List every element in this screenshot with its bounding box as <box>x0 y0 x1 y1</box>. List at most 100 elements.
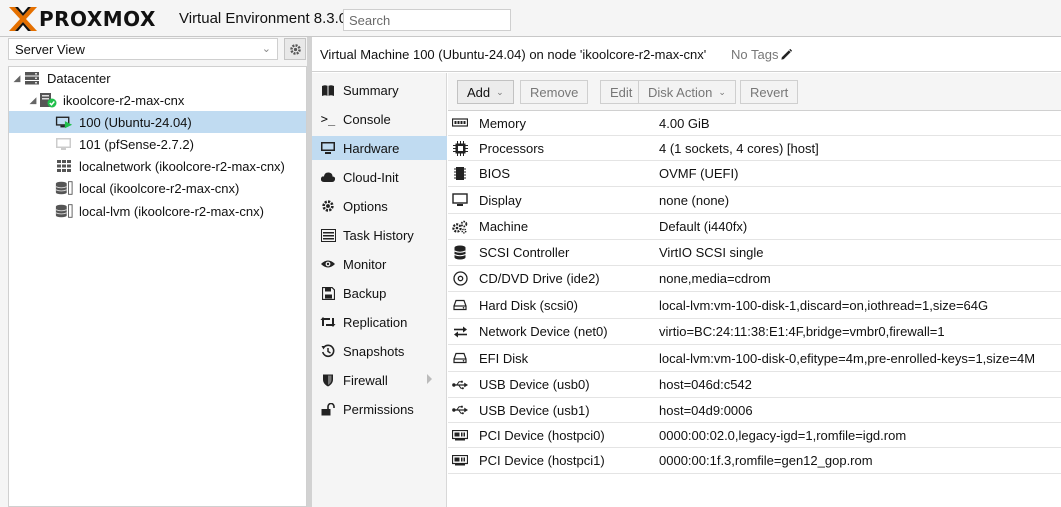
nav-monitor[interactable]: Monitor <box>312 252 447 276</box>
hardware-value: OVMF (UEFI) <box>659 166 739 181</box>
monitor-icon <box>452 192 468 208</box>
tree-item-label: 100 (Ubuntu-24.04) <box>79 114 192 130</box>
view-select[interactable]: Server View ⌄ <box>8 38 278 60</box>
retweet-icon <box>320 314 336 330</box>
chevron-down-icon: ⌄ <box>718 86 726 97</box>
exchange-icon <box>452 324 468 340</box>
proxmox-logo[interactable]: PROXMOX <box>8 6 156 32</box>
tree-item-vm-100[interactable]: 100 (Ubuntu-24.04) <box>9 111 306 133</box>
hardware-name: EFI Disk <box>479 350 529 366</box>
hdd-icon <box>452 297 468 313</box>
tree-item-label: 101 (pfSense-2.7.2) <box>79 136 194 152</box>
nav-permissions[interactable]: Permissions <box>312 397 447 421</box>
gear-icon <box>320 198 336 214</box>
hardware-value: local-lvm:vm-100-disk-0,efitype=4m,pre-e… <box>659 350 1036 366</box>
hdd-icon <box>452 350 468 366</box>
resource-panel: Server View ⌄ ◢ Datacenter ◢ ikoolcore-r… <box>0 37 307 507</box>
submenu-arrow-icon[interactable] <box>427 374 432 384</box>
remove-button[interactable]: Remove <box>520 80 589 104</box>
eye-icon <box>320 256 336 272</box>
desktop-icon <box>320 140 336 156</box>
nav-firewall[interactable]: Firewall <box>312 368 447 392</box>
tags-field[interactable]: No Tags <box>731 47 793 62</box>
node-online-icon <box>39 92 57 108</box>
revert-button-label: Revert <box>750 84 789 100</box>
edit-button-label: Edit <box>610 84 633 100</box>
vm-stopped-icon <box>55 136 73 152</box>
hardware-value: VirtIO SCSI single <box>659 245 764 260</box>
pencil-icon[interactable] <box>780 48 793 61</box>
main-panel: Virtual Machine 100 (Ubuntu-24.04) on no… <box>312 37 1061 507</box>
tree-item-vm-101[interactable]: 101 (pfSense-2.7.2) <box>9 133 306 155</box>
hardware-name: PCI Device (hostpci0) <box>479 427 605 443</box>
nav-hardware[interactable]: Hardware <box>312 136 447 160</box>
hardware-row-machine[interactable]: Machine Default (i440fx) <box>448 214 1061 240</box>
network-zone-icon <box>55 158 73 174</box>
cpu-icon <box>452 140 468 156</box>
nav-summary[interactable]: Summary <box>312 78 447 102</box>
disk-action-button-label: Disk Action <box>648 84 713 100</box>
hardware-name: USB Device (usb0) <box>479 377 590 392</box>
tree-item-localnetwork[interactable]: localnetwork (ikoolcore-r2-max-cnx) <box>9 155 306 177</box>
floppy-icon <box>320 285 336 301</box>
nav-replication[interactable]: Replication <box>312 310 447 334</box>
storage-icon <box>55 203 73 219</box>
hardware-row-processors[interactable]: Processors 4 (1 sockets, 4 cores) [host] <box>448 136 1061 161</box>
disk-action-button[interactable]: Disk Action ⌄ <box>638 80 736 104</box>
collapse-toggle-icon[interactable]: ◢ <box>27 95 39 106</box>
tree-item-label: local (ikoolcore-r2-max-cnx) <box>79 180 240 196</box>
hardware-row-display[interactable]: Display none (none) <box>448 187 1061 214</box>
hardware-row-scsi-controller[interactable]: SCSI Controller VirtIO SCSI single <box>448 240 1061 266</box>
hardware-row-hard-disk[interactable]: Hard Disk (scsi0) local-lvm:vm-100-disk-… <box>448 292 1061 319</box>
tree-item-label: localnetwork (ikoolcore-r2-max-cnx) <box>79 158 285 174</box>
hardware-row-network[interactable]: Network Device (net0) virtio=BC:24:11:38… <box>448 319 1061 345</box>
edit-button[interactable]: Edit <box>600 80 643 104</box>
nav-label: Permissions <box>343 401 414 417</box>
vm-header: Virtual Machine 100 (Ubuntu-24.04) on no… <box>312 37 1061 72</box>
nav-snapshots[interactable]: Snapshots <box>312 339 447 363</box>
hardware-name: Processors <box>479 140 545 156</box>
history-icon <box>320 343 336 359</box>
tree-item-storage-local[interactable]: local (ikoolcore-r2-max-cnx) <box>9 177 306 199</box>
hardware-row-efi-disk[interactable]: EFI Disk local-lvm:vm-100-disk-0,efitype… <box>448 345 1061 372</box>
resource-tree: ◢ Datacenter ◢ ikoolcore-r2-max-cnx 100 … <box>8 66 307 507</box>
nav-options[interactable]: Options <box>312 194 447 218</box>
search-input[interactable] <box>343 9 511 31</box>
nav-task-history[interactable]: Task History <box>312 223 447 247</box>
book-icon <box>320 82 336 98</box>
list-icon <box>320 227 336 243</box>
product-title: Virtual Environment 8.3.0 <box>179 10 348 27</box>
hardware-row-hostpci1[interactable]: PCI Device (hostpci1) 0000:00:1f.3,romfi… <box>448 448 1061 474</box>
hardware-name: USB Device (usb1) <box>479 402 590 418</box>
tree-item-datacenter[interactable]: ◢ Datacenter <box>9 67 306 89</box>
nav-cloud-init[interactable]: Cloud-Init <box>312 165 447 189</box>
collapse-toggle-icon[interactable]: ◢ <box>11 73 23 84</box>
add-button[interactable]: Add ⌄ <box>457 80 514 104</box>
hardware-value: local-lvm:vm-100-disk-1,discard=on,iothr… <box>659 297 989 313</box>
hardware-row-usb0[interactable]: USB Device (usb0) host=046d:c542 <box>448 372 1061 398</box>
chevron-down-icon: ⌄ <box>496 86 504 97</box>
top-bar: PROXMOX Virtual Environment 8.3.0 <box>0 0 1061 37</box>
datacenter-icon <box>23 70 41 86</box>
tree-item-storage-local-lvm[interactable]: local-lvm (ikoolcore-r2-max-cnx) <box>9 200 306 222</box>
revert-button[interactable]: Revert <box>740 80 799 104</box>
hardware-value: none,media=cdrom <box>659 271 771 286</box>
view-settings-button[interactable] <box>284 38 306 60</box>
hardware-row-memory[interactable]: Memory 4.00 GiB <box>448 111 1061 136</box>
hardware-row-usb1[interactable]: USB Device (usb1) host=04d9:0006 <box>448 398 1061 423</box>
hardware-panel: Add ⌄ Remove Edit Disk Action ⌄ Revert M… <box>448 73 1061 507</box>
nav-label: Firewall <box>343 372 388 388</box>
hardware-name: CD/DVD Drive (ide2) <box>479 271 600 286</box>
nav-console[interactable]: >_ Console <box>312 107 447 131</box>
hardware-value: 0000:00:02.0,legacy-igd=1,romfile=igd.ro… <box>659 427 907 443</box>
usb-icon <box>452 377 468 393</box>
chevron-down-icon: ⌄ <box>261 43 271 55</box>
nav-label: Task History <box>343 227 414 243</box>
memory-icon <box>452 115 468 131</box>
hardware-row-bios[interactable]: BIOS OVMF (UEFI) <box>448 161 1061 187</box>
nav-label: Snapshots <box>343 343 405 359</box>
tree-item-node[interactable]: ◢ ikoolcore-r2-max-cnx <box>9 89 306 111</box>
nav-backup[interactable]: Backup <box>312 281 447 305</box>
hardware-row-cdrom[interactable]: CD/DVD Drive (ide2) none,media=cdrom <box>448 266 1061 292</box>
hardware-row-hostpci0[interactable]: PCI Device (hostpci0) 0000:00:02.0,legac… <box>448 423 1061 448</box>
